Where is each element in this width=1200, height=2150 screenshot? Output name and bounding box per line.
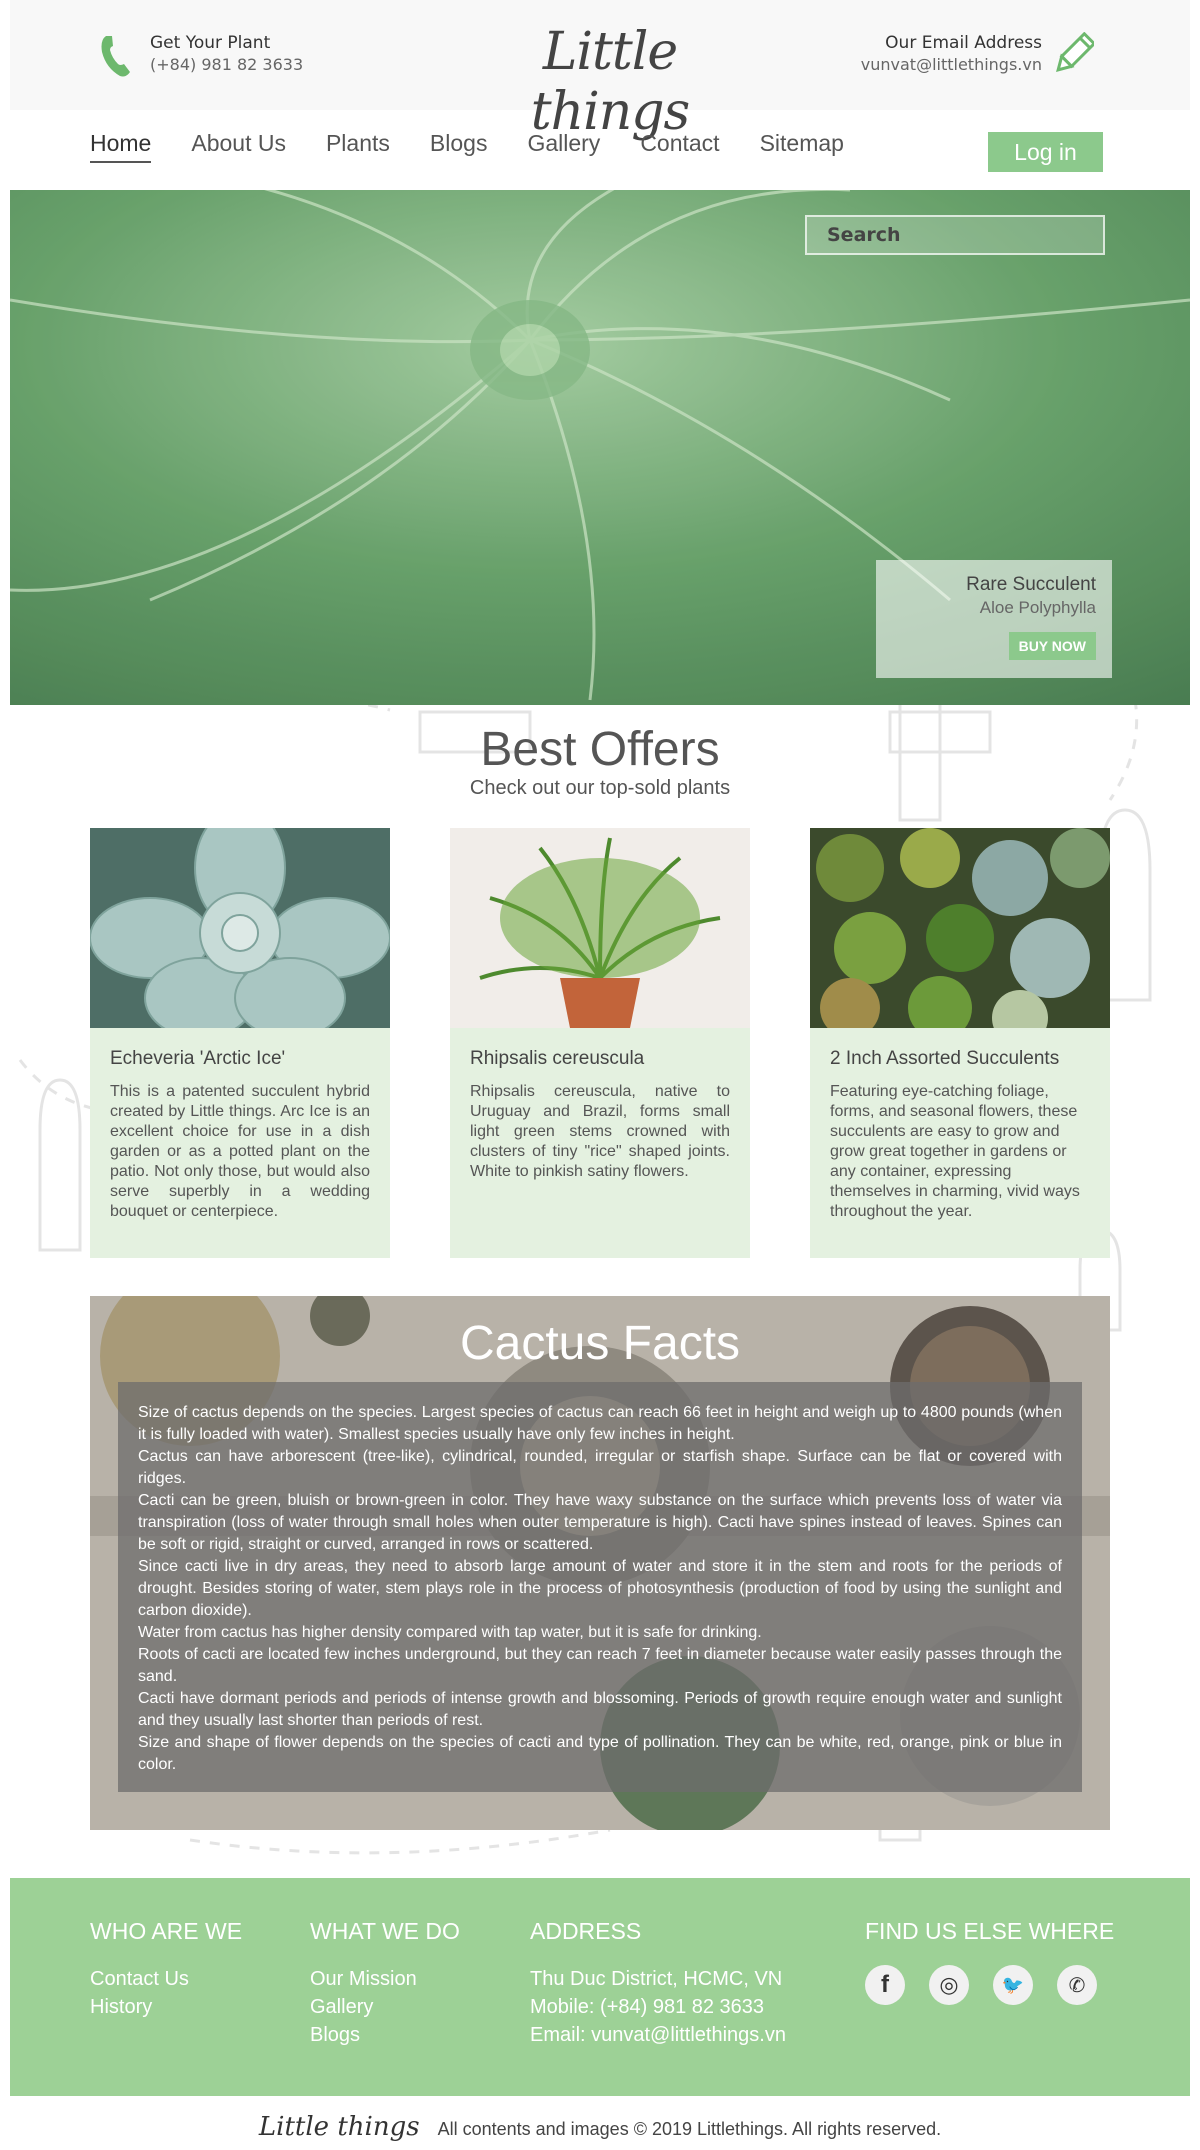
facebook-icon[interactable]: f xyxy=(865,1965,905,2005)
nav-item-sitemap[interactable]: Sitemap xyxy=(760,130,844,163)
nav-item-plants[interactable]: Plants xyxy=(326,130,390,163)
best-offers-title: Best Offers xyxy=(480,723,720,776)
social-links: f ◎ 🐦 ✆ xyxy=(865,1965,1121,2005)
footer-link-blogs[interactable]: Blogs xyxy=(310,2021,460,2049)
cactus-facts-section: Cactus Facts Size of cactus depends on t… xyxy=(90,1296,1110,1830)
footer-email-line[interactable]: Email: vunvat@littlethings.vn xyxy=(530,2021,786,2049)
cactus-facts-text-box: Size of cactus depends on the species. L… xyxy=(118,1382,1082,1792)
footer-address-line: Thu Duc District, HCMC, VN xyxy=(530,1968,783,1990)
copyright-bar: Little things All contents and images © … xyxy=(0,2112,1200,2142)
offer-card-name: Rhipsalis cereuscula xyxy=(470,1048,645,1069)
footer-mobile-line[interactable]: Mobile: (+84) 981 82 3633 xyxy=(530,1993,786,2021)
copyright-text: All contents and images © 2019 Littlethi… xyxy=(437,2119,942,2139)
nav-item-home[interactable]: Home xyxy=(90,130,152,163)
fact-item: Roots of cacti are located few inches un… xyxy=(138,1646,1062,1685)
offer-card-name: Echeveria 'Arctic Ice' xyxy=(110,1048,286,1069)
phone-number: (+84) 981 82 3633 xyxy=(150,55,304,74)
footer-heading: WHAT WE DO xyxy=(310,1918,460,1944)
offer-card-desc: Featuring eye-catching foliage, forms, a… xyxy=(830,1083,1080,1220)
footer-link-contact[interactable]: Contact Us xyxy=(90,1965,242,1993)
best-offers-subtitle: Check out our top-sold plants xyxy=(469,777,731,799)
fact-item: Size and shape of flower depends on the … xyxy=(138,1734,1062,1773)
footer-heading: ADDRESS xyxy=(530,1918,642,1944)
phone-icon xyxy=(101,36,130,77)
login-button[interactable]: Log in xyxy=(988,132,1103,172)
nav-item-blogs[interactable]: Blogs xyxy=(430,130,488,163)
fact-item: Cacti can be green, bluish or brown-gree… xyxy=(138,1492,1062,1553)
search-input[interactable]: Search xyxy=(805,215,1105,255)
featured-plant-name: Rare Succulent xyxy=(966,574,1096,595)
offer-card[interactable]: 2 Inch Assorted Succulents Featuring eye… xyxy=(810,828,1110,1258)
offer-card-desc: This is a patented succulent hybrid crea… xyxy=(110,1083,370,1220)
site-logo[interactable]: Little things xyxy=(480,22,740,142)
nav-item-contact[interactable]: Contact xyxy=(640,130,719,163)
instagram-icon[interactable]: ◎ xyxy=(929,1965,969,2005)
main-nav: Home About Us Plants Blogs Gallery Conta… xyxy=(90,130,884,163)
twitter-icon[interactable]: 🐦 xyxy=(993,1965,1033,2005)
footer-col-what: WHAT WE DO Our Mission Gallery Blogs xyxy=(310,1918,460,2049)
fact-item: Water from cactus has higher density com… xyxy=(138,1624,762,1641)
email-contact[interactable]: Our Email Address vunvat@littlethings.vn xyxy=(861,32,1094,78)
header-bar: Get Your Plant (+84) 981 82 3633 Little … xyxy=(10,0,1190,142)
offer-card-desc: Rhipsalis cereuscula, native to Uruguay … xyxy=(470,1083,730,1180)
buy-now-button[interactable]: BUY NOW xyxy=(1008,632,1096,660)
hero-banner: Search Rare Succulent Aloe Polyphylla BU… xyxy=(10,190,1190,705)
phone-label: Get Your Plant xyxy=(150,33,271,53)
fact-item: Cactus can have arborescent (tree-like),… xyxy=(138,1448,1062,1487)
offer-card[interactable]: Echeveria 'Arctic Ice' This is a patente… xyxy=(90,828,390,1258)
fact-item: Size of cactus depends on the species. L… xyxy=(138,1404,1062,1443)
footer-link-mission[interactable]: Our Mission xyxy=(310,1965,460,1993)
fact-item: Cacti have dormant periods and periods o… xyxy=(138,1690,1062,1729)
echeveria-image xyxy=(90,828,390,1028)
footer-col-who: WHO ARE WE Contact Us History xyxy=(90,1918,242,2021)
email-label: Our Email Address xyxy=(885,33,1042,53)
assorted-succulents-image xyxy=(810,828,1110,1028)
nav-item-about[interactable]: About Us xyxy=(191,130,286,163)
footer-link-gallery[interactable]: Gallery xyxy=(310,1993,460,2021)
footer-heading: WHO ARE WE xyxy=(90,1918,243,1944)
featured-plant-species: Aloe Polyphylla xyxy=(979,598,1096,617)
email-address: vunvat@littlethings.vn xyxy=(860,55,1042,74)
offer-card-name: 2 Inch Assorted Succulents xyxy=(830,1048,1060,1069)
offer-card[interactable]: Rhipsalis cereuscula Rhipsalis cereuscul… xyxy=(450,828,750,1258)
whatsapp-icon[interactable]: ✆ xyxy=(1057,1965,1097,2005)
rhipsalis-image xyxy=(450,828,750,1028)
cactus-facts-title: Cactus Facts xyxy=(459,1317,741,1370)
fact-item: Since cacti live in dry areas, they need… xyxy=(138,1558,1062,1619)
footer-heading: FIND US ELSE WHERE xyxy=(865,1918,1115,1944)
footer-col-social: FIND US ELSE WHERE f ◎ 🐦 ✆ xyxy=(865,1918,1121,2005)
footer: WHO ARE WE Contact Us History WHAT WE DO… xyxy=(10,1878,1190,2096)
footer-link-history[interactable]: History xyxy=(90,1993,242,2021)
footer-col-address: ADDRESS Thu Duc District, HCMC, VN Mobil… xyxy=(530,1918,786,2049)
pencil-icon xyxy=(1056,32,1094,72)
phone-contact[interactable]: Get Your Plant (+84) 981 82 3633 xyxy=(98,32,303,78)
footer-logo[interactable]: Little things xyxy=(259,2112,420,2142)
featured-plant-card: Rare Succulent Aloe Polyphylla BUY NOW xyxy=(876,560,1112,678)
nav-item-gallery[interactable]: Gallery xyxy=(527,130,600,163)
